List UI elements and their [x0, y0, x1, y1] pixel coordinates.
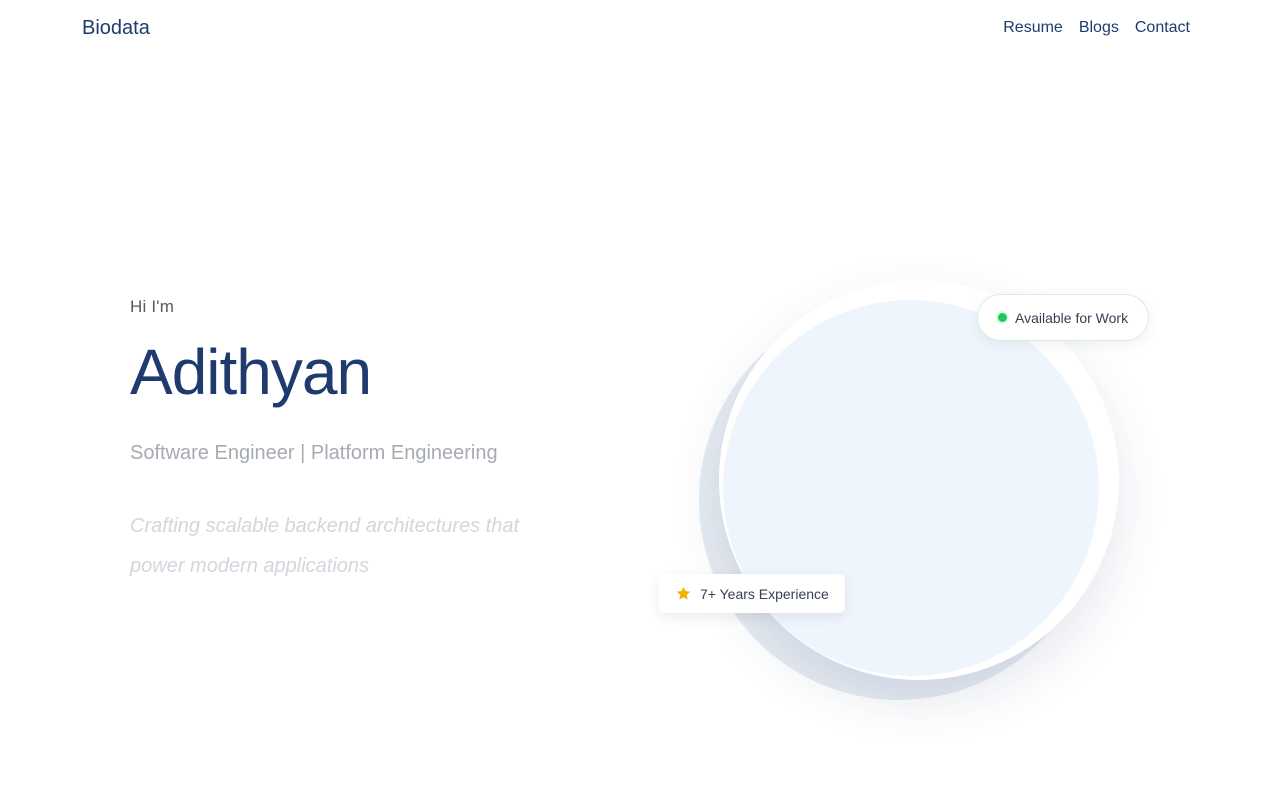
hero-visual: Available for Work 7+ Years Experience: [650, 270, 1170, 730]
hero-intro: Hi I'm Adithyan Software Engineer | Plat…: [130, 296, 570, 586]
hero-greeting: Hi I'm: [130, 297, 175, 316]
nav-link-resume[interactable]: Resume: [1003, 18, 1063, 38]
nav-links: Resume Blogs Contact: [1003, 18, 1190, 38]
page: Biodata Resume Blogs Contact Hi I'm Adit…: [0, 0, 1280, 800]
experience-label: 7+ Years Experience: [700, 585, 829, 602]
availability-badge: Available for Work: [977, 294, 1150, 341]
brand-link[interactable]: Biodata: [82, 16, 150, 40]
availability-label: Available for Work: [1015, 309, 1129, 326]
hero-role: Software Engineer | Platform Engineering: [130, 442, 498, 464]
profile-image-placeholder: [723, 300, 1099, 676]
hero-name: Adithyan: [130, 336, 372, 408]
hero-tagline: Crafting scalable backend architectures …: [130, 515, 520, 577]
nav-link-blogs[interactable]: Blogs: [1079, 18, 1119, 38]
nav-link-contact[interactable]: Contact: [1135, 18, 1190, 38]
experience-badge: 7+ Years Experience: [659, 574, 845, 613]
star-icon: [676, 586, 691, 600]
navbar: Biodata Resume Blogs Contact: [0, 0, 1280, 56]
status-dot-icon: [998, 313, 1007, 322]
